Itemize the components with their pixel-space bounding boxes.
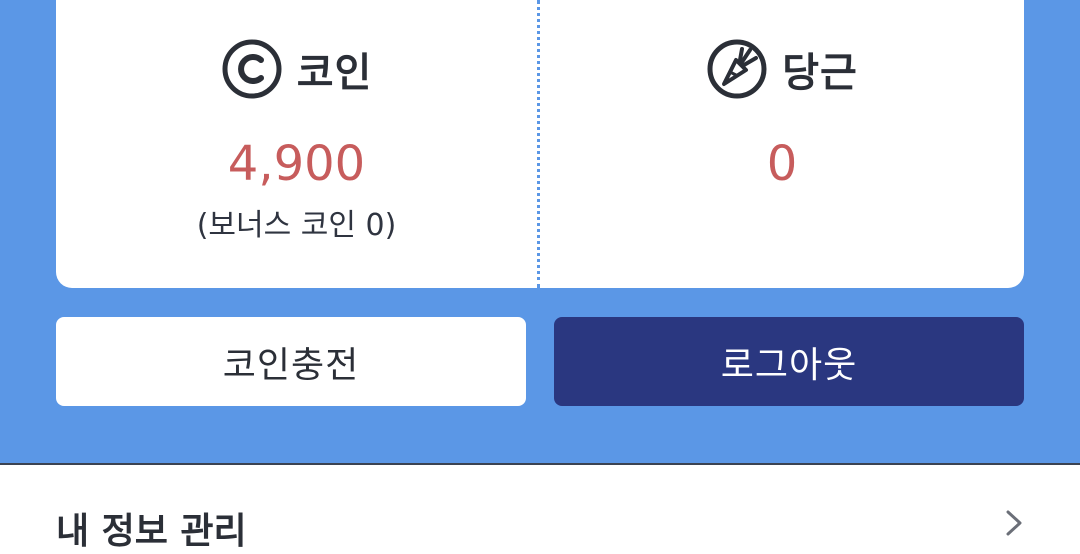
coin-title: 코인 (56, 38, 537, 100)
wallet-panel: 코인 4,900 (보너스 코인 0) 당근 0 코인충전 로그아웃 (0, 0, 1080, 465)
carrot-title: 당근 (540, 38, 1024, 100)
carrot-section: 당근 0 (540, 0, 1024, 288)
bonus-coin-text: (보너스 코인 0) (196, 208, 397, 243)
coin-label: 코인 (296, 50, 373, 96)
my-info-label: 내 정보 관리 (56, 511, 247, 552)
coin-icon (221, 38, 283, 100)
logout-button[interactable]: 로그아웃 (554, 317, 1024, 406)
chevron-right-icon (1004, 508, 1024, 542)
balance-card: 코인 4,900 (보너스 코인 0) 당근 0 (56, 0, 1024, 288)
carrot-icon (706, 38, 768, 100)
charge-coin-button[interactable]: 코인충전 (56, 317, 526, 406)
my-info-row[interactable]: 내 정보 관리 (56, 500, 1024, 552)
coin-amount: 4,900 (227, 136, 366, 192)
carrot-label: 당근 (782, 50, 858, 96)
coin-section: 코인 4,900 (보너스 코인 0) (56, 0, 537, 288)
carrot-amount: 0 (766, 136, 798, 192)
